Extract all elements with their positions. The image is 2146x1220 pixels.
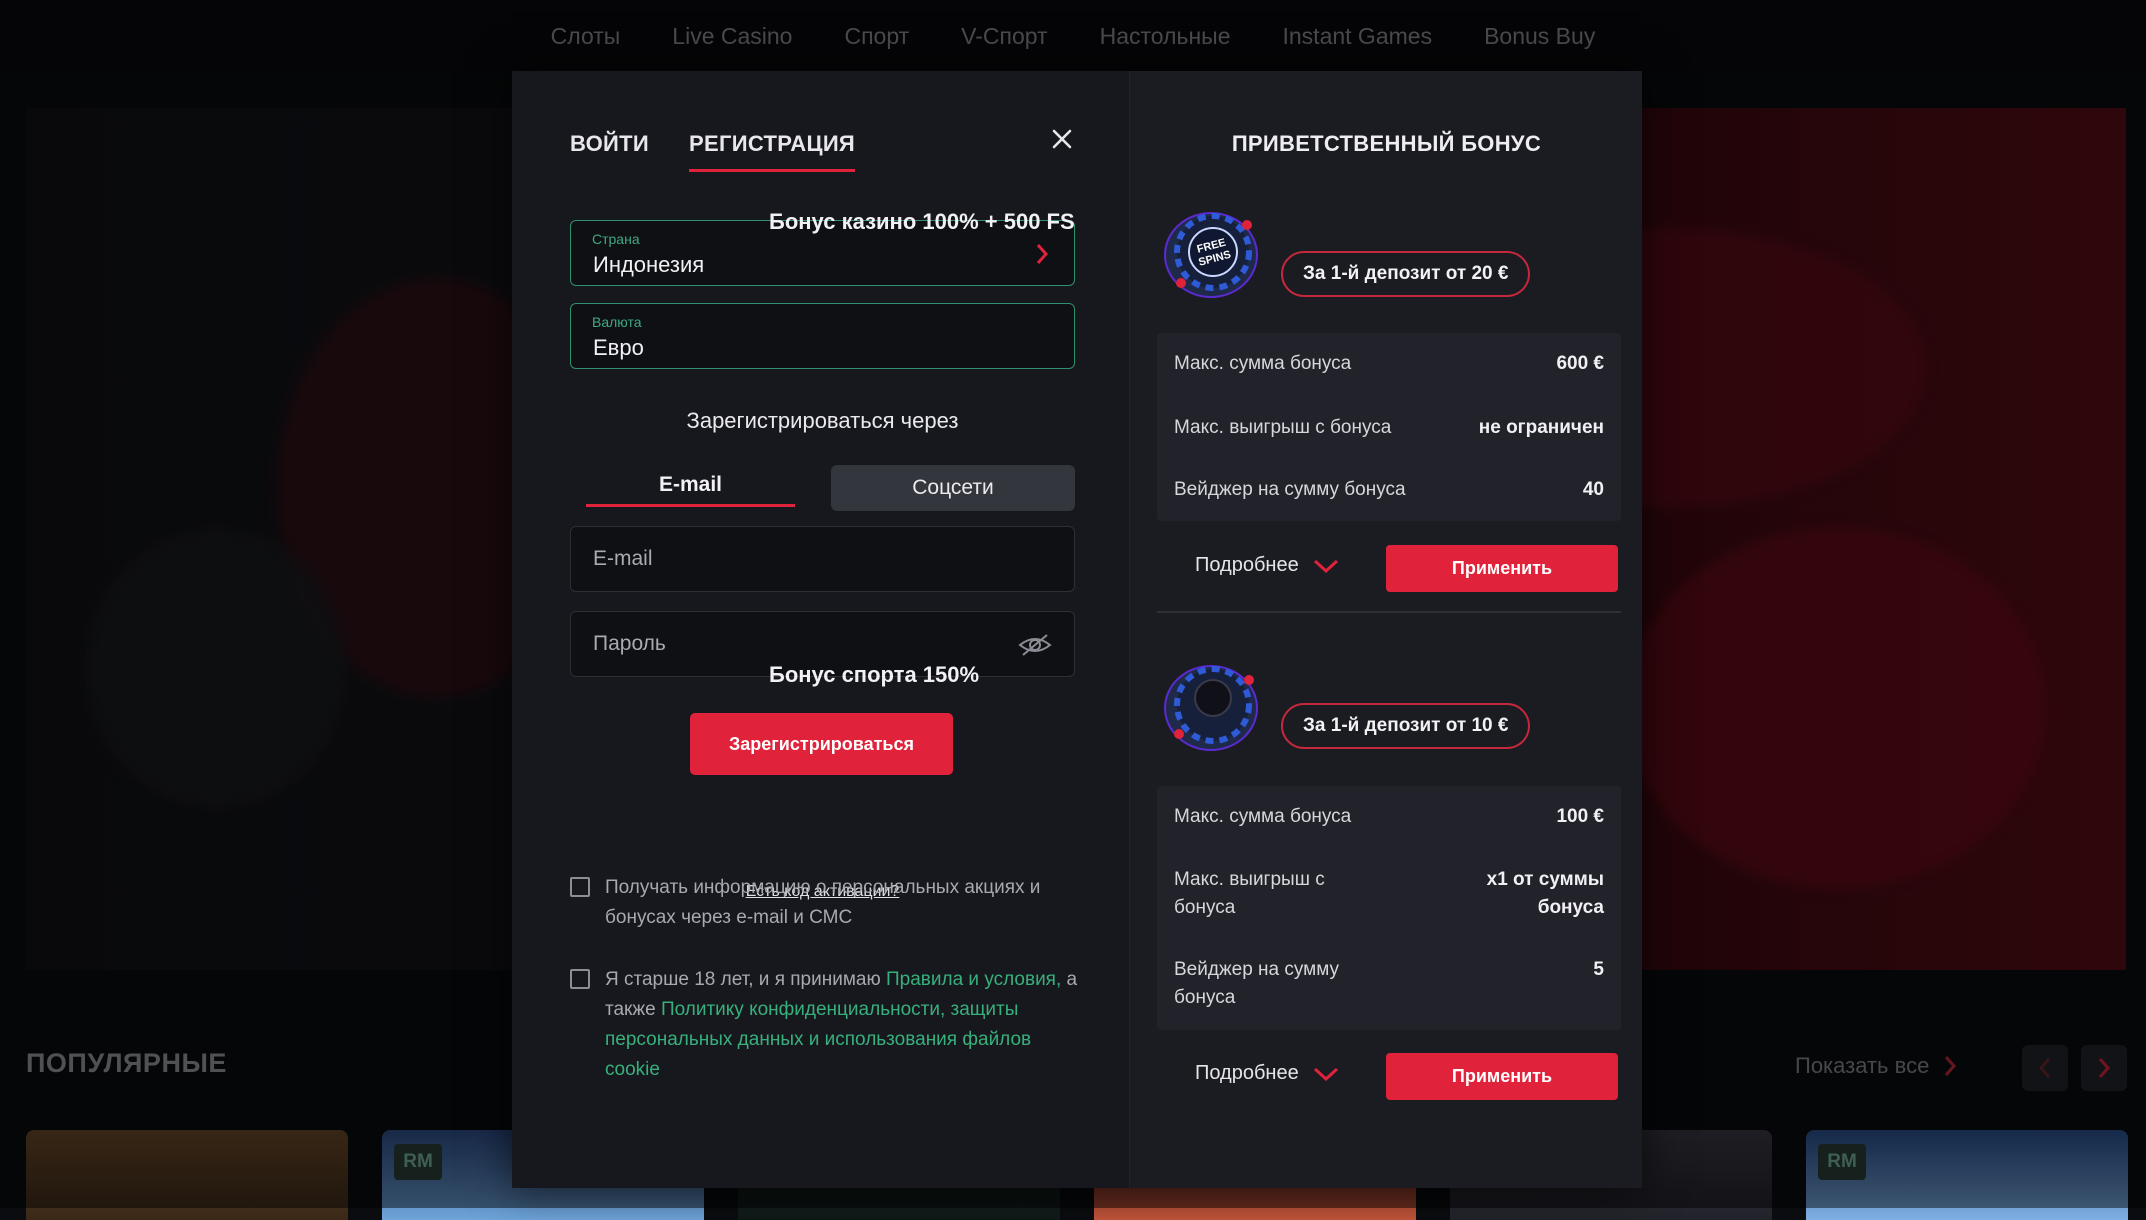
detail-value: 40: [1582, 479, 1604, 500]
sport-detail-row: Макс. сумма бонуса 100 €: [1174, 806, 1604, 828]
detail-label: Вейджер на сумму бонуса: [1174, 479, 1406, 500]
casino-bonus-details: Макс. сумма бонуса 600 € Макс. выигрыш с…: [1157, 333, 1621, 521]
detail-value: 100 €: [1556, 806, 1604, 827]
detail-label: Макс. выигрыш с бонуса: [1174, 869, 1325, 918]
age-consent-prefix: Я старше 18 лет, и я принимаю: [605, 969, 886, 990]
casino-more-button[interactable]: Подробнее: [1195, 554, 1339, 577]
promo-consent-text: Получать информацию о персональных акция…: [605, 877, 1041, 928]
sport-apply-button[interactable]: Применить: [1386, 1053, 1618, 1100]
casino-detail-row: Макс. выигрыш с бонуса не ограничен: [1174, 417, 1604, 439]
sport-more-button[interactable]: Подробнее: [1195, 1062, 1339, 1085]
register-via-label: Зарегистрироваться через: [686, 408, 959, 433]
sport-bonus-details: Макс. сумма бонуса 100 € Макс. выигрыш с…: [1157, 786, 1621, 1030]
privacy-policy-link[interactable]: Политику конфиденциальности, защиты перс…: [605, 999, 1031, 1080]
currency-select[interactable]: Валюта Евро: [570, 303, 1075, 369]
more-label: Подробнее: [1195, 1062, 1299, 1084]
promo-consent-row: Получать информацию о персональных акция…: [570, 873, 1090, 933]
casino-detail-row: Вейджер на сумму бонуса 40: [1174, 479, 1604, 501]
close-icon: [1052, 129, 1072, 149]
email-field[interactable]: E-mail: [570, 526, 1075, 592]
detail-value: 600 €: [1556, 353, 1604, 374]
more-label: Подробнее: [1195, 554, 1299, 576]
password-placeholder: Пароль: [593, 632, 666, 655]
casino-bonus-title: Бонус казино 100% + 500 FS: [769, 209, 1075, 234]
sport-bonus-title: Бонус спорта 150%: [769, 662, 980, 687]
auth-tabs: ВОЙТИ РЕГИСТРАЦИЯ: [570, 131, 856, 172]
terms-link[interactable]: Правила и условия,: [886, 969, 1061, 990]
casino-detail-row: Макс. сумма бонуса 600 €: [1174, 353, 1604, 375]
tab-login[interactable]: ВОЙТИ: [570, 131, 649, 172]
detail-value: 5: [1593, 959, 1604, 980]
chevron-down-icon: [1313, 559, 1338, 573]
register-button[interactable]: Зарегистрироваться: [690, 713, 953, 775]
detail-label: Макс. выигрыш с бонуса: [1174, 417, 1392, 438]
tab-register[interactable]: РЕГИСТРАЦИЯ: [689, 131, 856, 172]
detail-label: Вейджер на сумму бонуса: [1174, 959, 1340, 1008]
sport-detail-row: Вейджер на сумму бонуса 5: [1174, 956, 1604, 1012]
country-value: Индонезия: [593, 252, 705, 277]
email-placeholder: E-mail: [593, 547, 653, 570]
tab-email[interactable]: E-mail: [586, 463, 795, 507]
chevron-right-icon: [1036, 244, 1049, 264]
registration-panel: ВОЙТИ РЕГИСТРАЦИЯ Страна Индонезия Валют…: [512, 71, 1130, 1188]
currency-value: Евро: [593, 335, 644, 360]
age-consent-checkbox[interactable]: [570, 969, 590, 989]
age-consent-text: Я старше 18 лет, и я принимаю Правила и …: [605, 965, 1090, 1085]
currency-label: Валюта: [592, 314, 642, 330]
promo-consent-checkbox[interactable]: [570, 877, 590, 897]
close-button[interactable]: [1047, 124, 1077, 154]
tab-social[interactable]: Соцсети: [831, 465, 1075, 511]
detail-label: Макс. сумма бонуса: [1174, 353, 1352, 374]
detail-label: Макс. сумма бонуса: [1174, 806, 1352, 827]
age-consent-row: Я старше 18 лет, и я принимаю Правила и …: [570, 965, 1090, 1085]
country-label: Страна: [592, 231, 640, 247]
eye-hidden-icon[interactable]: [1018, 632, 1052, 658]
sport-detail-row: Макс. выигрыш с бонуса x1 от суммы бонус…: [1174, 866, 1604, 922]
sport-deposit-badge: За 1-й депозит от 10 €: [1281, 703, 1531, 749]
sport-chip-icon: [1155, 658, 1267, 758]
detail-value: x1 от суммы бонуса: [1486, 869, 1604, 918]
free-spins-chip-icon: FREE SPINS: [1155, 205, 1267, 305]
casino-apply-button[interactable]: Применить: [1386, 545, 1618, 592]
chevron-down-icon: [1313, 1067, 1338, 1081]
detail-value: не ограничен: [1478, 417, 1604, 438]
casino-deposit-badge: За 1-й депозит от 20 €: [1281, 251, 1531, 297]
welcome-bonus-title: ПРИВЕТСТВЕННЫЙ БОНУС: [1231, 131, 1542, 156]
bonus-divider: [1157, 611, 1621, 613]
